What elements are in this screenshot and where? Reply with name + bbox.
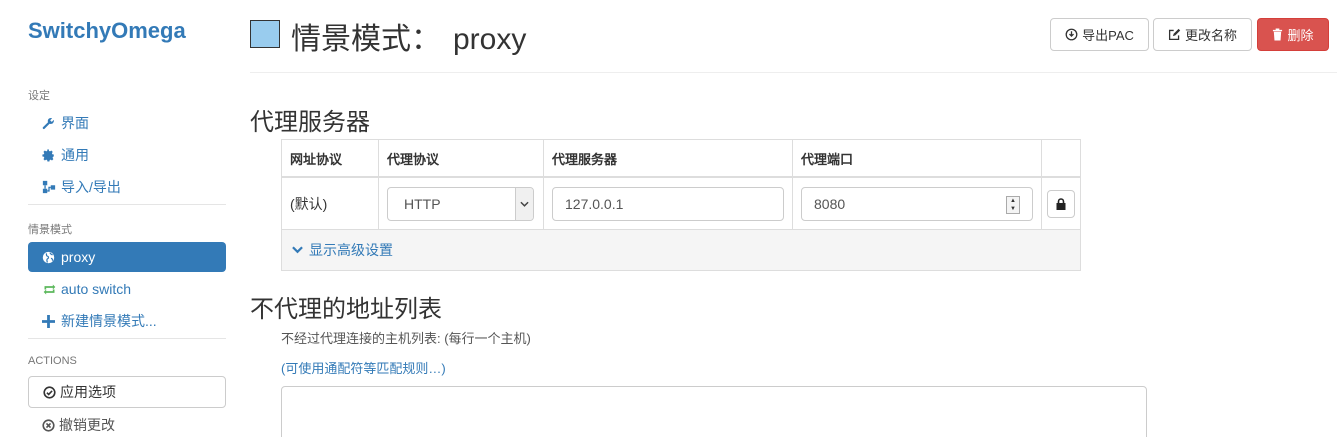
table-header-row: 网址协议 代理协议 代理服务器 代理端口: [282, 140, 1080, 178]
discard-changes-label: 撤销更改: [59, 417, 115, 433]
port-cell: 8080 ▲ ▼: [793, 178, 1042, 229]
bypass-list-title: 不代理的地址列表: [250, 296, 442, 323]
check-circle-icon: [43, 385, 56, 399]
port-spinner[interactable]: ▲ ▼: [1006, 195, 1020, 214]
discard-changes-button[interactable]: 撤销更改: [28, 410, 226, 437]
spin-up-icon[interactable]: ▲: [1007, 197, 1019, 205]
proxy-servers-table: 网址协议 代理协议 代理服务器 代理端口 (默认) HTTP 127.0.0.1…: [281, 139, 1081, 271]
table-row: (默认) HTTP 127.0.0.1 8080 ▲ ▼: [282, 178, 1080, 230]
sidebar-item-new-profile[interactable]: 新建情景模式...: [28, 306, 226, 336]
proxy-port-input[interactable]: 8080 ▲ ▼: [801, 186, 1033, 221]
page-title-prefix: 情景模式：: [291, 23, 441, 56]
bypass-help-text: 不经过代理连接的主机列表: (每行一个主机): [281, 331, 531, 346]
delete-button[interactable]: 删除: [1257, 18, 1329, 51]
header-divider: [250, 72, 1337, 73]
column-header-server: 代理服务器: [544, 140, 793, 176]
chevron-down-icon: [292, 246, 303, 254]
trash-icon: [1272, 28, 1283, 41]
spin-down-icon[interactable]: ▼: [1007, 205, 1019, 213]
export-pac-button[interactable]: 导出PAC: [1050, 18, 1149, 51]
settings-header: 设定: [28, 90, 50, 102]
globe-icon: [42, 251, 60, 264]
apply-options-label: 应用选项: [60, 384, 116, 400]
download-icon: [1065, 28, 1078, 41]
plus-icon: [42, 314, 60, 328]
sidebar-item-label: proxy: [61, 249, 96, 265]
gear-icon: [42, 148, 60, 162]
auth-lock-button[interactable]: [1047, 189, 1075, 218]
proxy-host-input[interactable]: 127.0.0.1: [552, 186, 784, 221]
sidebar-item-interface[interactable]: 界面: [28, 108, 226, 138]
show-advanced-label: 显示高级设置: [309, 242, 393, 258]
sidebar-item-label: auto switch: [61, 281, 132, 297]
brand-title[interactable]: SwitchyOmega: [28, 18, 186, 44]
sidebar: SwitchyOmega 设定 界面 通用 导入/导出 情景模式 proxy a…: [0, 0, 240, 437]
rename-label: 更改名称: [1184, 28, 1237, 43]
profiles-header: 情景模式: [28, 224, 72, 236]
show-advanced-link[interactable]: 显示高级设置: [282, 230, 393, 270]
sidebar-item-label: 新建情景模式...: [61, 313, 157, 329]
profile-color-swatch[interactable]: [250, 20, 280, 48]
proxy-port-value: 8080: [814, 195, 846, 212]
bypass-list-textarea[interactable]: [281, 386, 1147, 437]
refresh-icon: [42, 283, 60, 296]
protocol-cell: HTTP: [379, 178, 544, 229]
divider: [28, 204, 226, 205]
rename-button[interactable]: 更改名称: [1153, 18, 1252, 51]
edit-icon: [1168, 28, 1181, 41]
sidebar-item-proxy[interactable]: proxy: [28, 242, 226, 272]
column-header-protocol: 代理协议: [379, 140, 544, 176]
times-circle-icon: [42, 418, 55, 432]
scheme-cell: (默认): [282, 178, 379, 229]
sidebar-item-general[interactable]: 通用: [28, 140, 226, 170]
divider: [28, 338, 226, 339]
column-header-scheme: 网址协议: [282, 140, 379, 176]
profile-name: proxy: [453, 23, 527, 56]
sidebar-item-label: 导入/导出: [61, 179, 121, 195]
wrench-icon: [42, 117, 60, 130]
sidebar-item-auto-switch[interactable]: auto switch: [28, 274, 226, 304]
delete-label: 删除: [1287, 28, 1314, 43]
sidebar-item-label: 界面: [61, 115, 89, 131]
page-title: 情景模式： proxy: [291, 14, 526, 58]
proxy-servers-title: 代理服务器: [250, 109, 370, 136]
column-header-port: 代理端口: [793, 140, 1042, 176]
export-pac-label: 导出PAC: [1082, 28, 1134, 43]
sidebar-item-import-export[interactable]: 导入/导出: [28, 172, 226, 202]
protocol-select[interactable]: HTTP: [387, 186, 534, 221]
protocol-select-value: HTTP: [404, 195, 441, 212]
lock-cell: [1042, 178, 1080, 229]
column-header-empty: [1042, 140, 1080, 176]
actions-header: ACTIONS: [28, 355, 77, 367]
chevron-down-icon: [515, 187, 533, 220]
lock-icon: [1056, 197, 1066, 210]
server-cell: 127.0.0.1: [544, 178, 793, 229]
wildcard-rules-link[interactable]: (可使用通配符等匹配规则…): [281, 358, 446, 377]
advanced-row: 显示高级设置: [282, 230, 1080, 270]
sidebar-item-label: 通用: [61, 147, 89, 163]
sitemap-icon: [42, 180, 60, 194]
apply-options-button[interactable]: 应用选项: [28, 376, 226, 408]
